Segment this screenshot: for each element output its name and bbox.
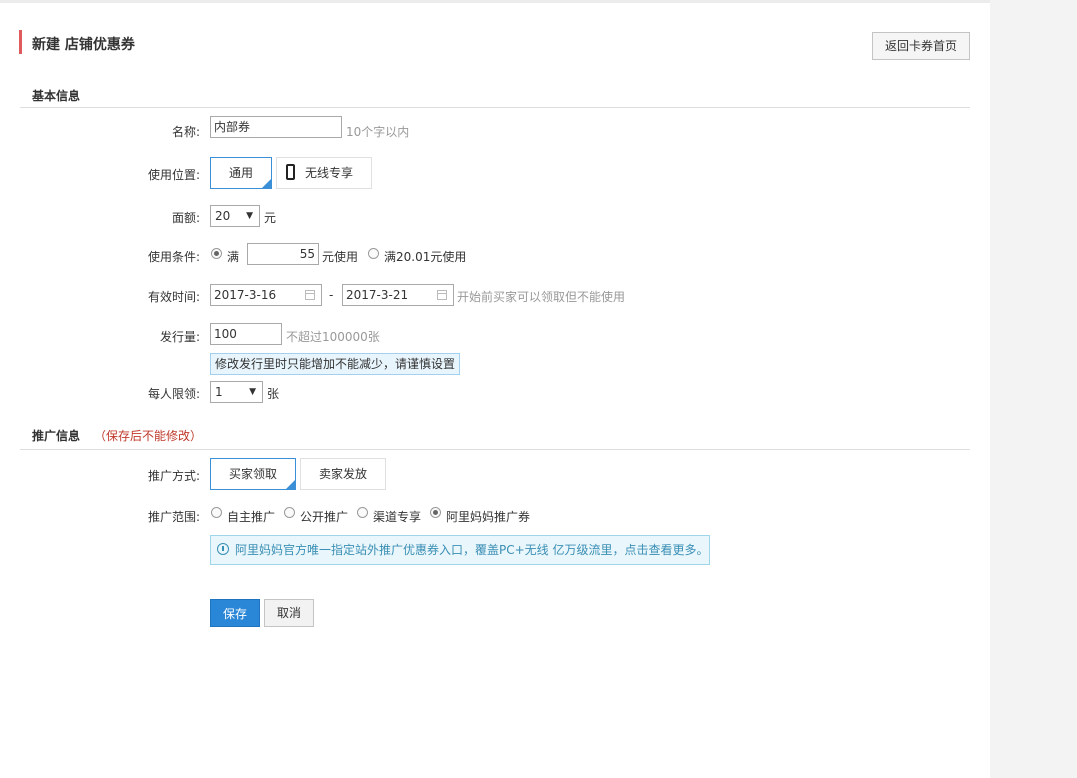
limit-label: 每人限领: — [147, 387, 200, 401]
promo-method-label: 推广方式: — [147, 469, 200, 483]
condition-suffix: 元使用 — [322, 250, 359, 264]
end-date-value: 2017-3-21 — [346, 288, 409, 302]
info-icon — [217, 543, 229, 555]
save-button[interactable]: 保存 — [210, 599, 260, 627]
condition-prefix: 满 — [227, 250, 240, 264]
start-date-value: 2017-3-16 — [214, 288, 277, 302]
location-option-wireless[interactable]: 无线专享 — [276, 157, 372, 189]
scope-self-label: 自主推广 — [227, 510, 276, 524]
scope-public-label: 公开推广 — [300, 510, 349, 524]
location-option-wireless-label: 无线专享 — [305, 166, 354, 180]
date-separator: - — [329, 288, 334, 302]
scope-alimama-label: 阿里妈妈推广券 — [446, 510, 531, 524]
chevron-down-icon: ▼ — [249, 387, 256, 397]
denomination-label: 面额: — [171, 211, 200, 225]
denomination-value: 20 — [215, 209, 231, 223]
name-label: 名称: — [171, 125, 200, 139]
quantity-hint: 不超过100000张 — [286, 330, 380, 344]
location-option-general[interactable]: 通用 — [210, 157, 272, 189]
name-input[interactable]: 内部券 — [210, 116, 342, 138]
name-hint: 10个字以内 — [346, 125, 410, 139]
location-label: 使用位置: — [147, 168, 200, 182]
scope-self-radio[interactable] — [211, 507, 222, 518]
denomination-select[interactable]: 20 ▼ — [210, 205, 260, 227]
condition-alt-label: 满20.01元使用 — [384, 250, 467, 264]
condition-alt-radio[interactable] — [368, 248, 379, 259]
basic-info-divider — [20, 107, 970, 108]
limit-unit: 张 — [267, 387, 280, 401]
end-date-input[interactable]: 2017-3-21 — [342, 284, 454, 306]
promo-section-title: 推广信息 — [32, 429, 81, 443]
quantity-input[interactable]: 100 — [210, 323, 282, 345]
limit-select[interactable]: 1 ▼ — [210, 381, 263, 403]
scope-alimama-radio[interactable] — [430, 507, 441, 518]
promo-method-buyer-claim[interactable]: 买家领取 — [210, 458, 296, 490]
scope-public-radio[interactable] — [284, 507, 295, 518]
denomination-unit: 元 — [264, 211, 277, 225]
start-date-input[interactable]: 2017-3-16 — [210, 284, 322, 306]
condition-amount-input[interactable]: 55 — [247, 243, 319, 265]
promo-section-note: （保存后不能修改） — [94, 429, 203, 443]
promo-method-seller-issue[interactable]: 卖家发放 — [300, 458, 386, 490]
promo-divider — [20, 449, 970, 450]
scope-channel-radio[interactable] — [357, 507, 368, 518]
validity-label: 有效时间: — [147, 290, 200, 304]
mobile-phone-icon — [286, 164, 295, 180]
alimama-info-banner[interactable]: 阿里妈妈官方唯一指定站外推广优惠券入口，覆盖PC+无线 亿万级流里，点击查看更多… — [210, 535, 710, 565]
back-to-cards-home-button[interactable]: 返回卡券首页 — [872, 32, 970, 60]
alimama-info-text: 阿里妈妈官方唯一指定站外推广优惠券入口，覆盖PC+无线 亿万级流里，点击查看更多… — [235, 543, 709, 557]
title-accent-bar — [19, 30, 22, 54]
promo-scope-label: 推广范围: — [147, 510, 200, 524]
main-panel: 新建 店铺优惠券 返回卡券首页 基本信息 名称: 内部券 10个字以内 使用位置… — [0, 0, 990, 778]
condition-min-spend-radio[interactable] — [211, 248, 222, 259]
limit-value: 1 — [215, 385, 223, 399]
cancel-button[interactable]: 取消 — [264, 599, 314, 627]
page-title: 新建 店铺优惠券 — [32, 37, 135, 53]
calendar-icon — [305, 290, 315, 300]
quantity-warning-tip: 修改发行里时只能增加不能减少，请谨慎设置 — [210, 353, 460, 375]
chevron-down-icon: ▼ — [246, 211, 253, 221]
scope-channel-label: 渠道专享 — [373, 510, 422, 524]
calendar-icon — [437, 290, 447, 300]
condition-label: 使用条件: — [147, 250, 200, 264]
validity-hint: 开始前买家可以领取但不能使用 — [457, 290, 626, 304]
quantity-label: 发行量: — [159, 330, 200, 344]
basic-info-section-title: 基本信息 — [32, 89, 81, 103]
